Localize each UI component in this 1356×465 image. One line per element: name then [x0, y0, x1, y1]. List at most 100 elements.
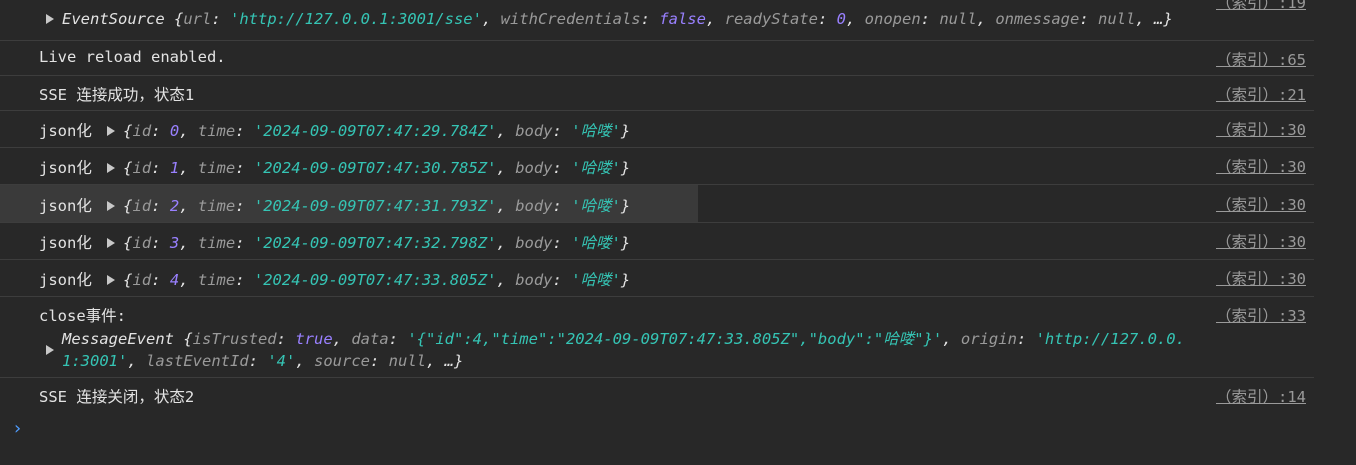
- console-row-eventsource: （索引）:19 EventSource {url: 'http://127.0.…: [0, 0, 1314, 41]
- eventsource-object[interactable]: EventSource {url: 'http://127.0.0.1:3001…: [46, 10, 1173, 28]
- prop-key: time: [197, 234, 236, 252]
- log-prefix: json化: [39, 271, 92, 289]
- source-link[interactable]: （索引）:33: [1216, 304, 1306, 326]
- prop-key: origin: [960, 330, 1017, 348]
- source-link[interactable]: （索引）:30: [1216, 267, 1306, 289]
- prop-value: true: [295, 330, 333, 348]
- prop-value: 4: [169, 271, 180, 289]
- log-message: Live reload enabled.: [39, 48, 226, 66]
- expand-triangle-icon[interactable]: [107, 162, 116, 173]
- expand-triangle-icon[interactable]: [107, 125, 116, 136]
- expand-triangle-icon[interactable]: [46, 13, 54, 24]
- console-row-close-event: close事件: （索引）:33 MessageEvent {isTrusted…: [0, 297, 1314, 378]
- prop-key: onopen: [864, 10, 921, 28]
- prop-key: id: [132, 122, 152, 140]
- prop-key: body: [515, 234, 553, 252]
- json-log: json化 {id: 1, time: '2024-09-09T07:47:30…: [39, 159, 631, 177]
- prop-key: onmessage: [995, 10, 1080, 28]
- log-message: SSE 连接关闭，状态2: [39, 388, 195, 406]
- prop-value: '哈喽': [571, 159, 621, 177]
- prop-value: '哈喽': [571, 234, 621, 252]
- prop-value: '2024-09-09T07:47:30.785Z': [253, 159, 497, 177]
- log-prefix: json化: [39, 159, 92, 177]
- source-link[interactable]: （索引）:30: [1216, 118, 1306, 140]
- prop-value: null: [388, 352, 426, 370]
- prop-value: '4': [267, 352, 296, 370]
- prop-value: 'http://127.0.0.: [1035, 330, 1185, 348]
- prop-value: '2024-09-09T07:47:32.798Z': [253, 234, 497, 252]
- log-prefix: json化: [39, 197, 92, 215]
- console-row-sse-close: SSE 连接关闭，状态2 （索引）:14: [0, 378, 1314, 413]
- log-message: SSE 连接成功，状态1: [39, 86, 195, 104]
- console-row-live-reload: Live reload enabled. （索引）:65: [0, 41, 1314, 76]
- prop-value: 0: [169, 122, 180, 140]
- prop-value: 3: [169, 234, 180, 252]
- prop-key: lastEventId: [146, 352, 249, 370]
- prop-key: id: [132, 234, 152, 252]
- prop-key: body: [515, 122, 553, 140]
- prop-value: '2024-09-09T07:47:33.805Z': [253, 271, 497, 289]
- prop-value: 1:3001': [62, 352, 128, 370]
- expand-triangle-icon[interactable]: [107, 274, 116, 285]
- prop-key: id: [132, 197, 152, 215]
- console-row-json: json化 {id: 2, time: '2024-09-09T07:47:31…: [0, 185, 1314, 223]
- console-row-json: json化 {id: 4, time: '2024-09-09T07:47:33…: [0, 260, 1314, 297]
- devtools-console: （索引）:19 EventSource {url: 'http://127.0.…: [0, 0, 1356, 465]
- message-event-object[interactable]: MessageEvent {isTrusted: true, data: '{"…: [46, 328, 1308, 372]
- prop-key: url: [183, 10, 212, 28]
- class-name: EventSource: [62, 10, 165, 28]
- prop-value: null: [1098, 10, 1136, 28]
- prop-key: body: [515, 271, 553, 289]
- json-log: json化 {id: 2, time: '2024-09-09T07:47:31…: [39, 197, 631, 215]
- source-link[interactable]: （索引）:30: [1216, 155, 1306, 177]
- prop-value: 'http://127.0.0.1:3001/sse': [230, 10, 482, 28]
- prop-key: id: [132, 159, 152, 177]
- prop-key: readyState: [724, 10, 818, 28]
- source-link[interactable]: （索引）:14: [1216, 385, 1306, 407]
- source-link[interactable]: （索引）:65: [1216, 48, 1306, 70]
- prop-value: null: [939, 10, 977, 28]
- prop-value: 0: [836, 10, 846, 28]
- log-prefix: json化: [39, 122, 92, 140]
- console-row-json: json化 {id: 1, time: '2024-09-09T07:47:30…: [0, 148, 1314, 185]
- prop-key: data: [351, 330, 389, 348]
- expand-triangle-icon[interactable]: [46, 345, 54, 355]
- log-prefix: json化: [39, 234, 92, 252]
- console-row-json: json化 {id: 0, time: '2024-09-09T07:47:29…: [0, 111, 1314, 148]
- json-log: json化 {id: 3, time: '2024-09-09T07:47:32…: [39, 234, 631, 252]
- prop-key: source: [314, 352, 370, 370]
- ellipsis: …: [1154, 10, 1164, 28]
- prop-key: time: [197, 122, 236, 140]
- prop-value: '{"id":4,"time":"2024-09-09T07:47:33.805…: [407, 330, 943, 348]
- ellipsis: …: [444, 352, 455, 370]
- prop-key: withCredentials: [500, 10, 641, 28]
- prop-key: time: [197, 197, 236, 215]
- console-row-json: json化 {id: 3, time: '2024-09-09T07:47:32…: [0, 223, 1314, 260]
- prop-value: '哈喽': [571, 197, 621, 215]
- prop-value: false: [659, 10, 706, 28]
- prop-key: time: [197, 159, 236, 177]
- source-link[interactable]: （索引）:19: [1216, 0, 1306, 13]
- prop-key: body: [515, 197, 553, 215]
- source-link[interactable]: （索引）:21: [1216, 83, 1306, 105]
- prop-value: '哈喽': [571, 271, 621, 289]
- prop-key: body: [515, 159, 553, 177]
- class-name: MessageEvent: [62, 330, 174, 348]
- prop-value: '2024-09-09T07:47:31.793Z': [253, 197, 497, 215]
- expand-triangle-icon[interactable]: [107, 200, 116, 211]
- prop-key: id: [132, 271, 152, 289]
- prop-key: time: [197, 271, 236, 289]
- source-link[interactable]: （索引）:30: [1216, 230, 1306, 252]
- json-log: json化 {id: 4, time: '2024-09-09T07:47:33…: [39, 271, 631, 289]
- prop-key: isTrusted: [192, 330, 277, 348]
- prop-value: '2024-09-09T07:47:29.784Z': [253, 122, 497, 140]
- prop-value: 1: [169, 159, 180, 177]
- log-message: close事件:: [39, 307, 126, 325]
- expand-triangle-icon[interactable]: [107, 237, 116, 248]
- prop-value: 2: [169, 197, 180, 215]
- source-link[interactable]: （索引）:30: [1216, 193, 1306, 215]
- prop-value: '哈喽': [571, 122, 621, 140]
- console-row-sse-open: SSE 连接成功，状态1 （索引）:21: [0, 76, 1314, 111]
- console-prompt-icon[interactable]: ›: [12, 418, 23, 439]
- json-log: json化 {id: 0, time: '2024-09-09T07:47:29…: [39, 122, 631, 140]
